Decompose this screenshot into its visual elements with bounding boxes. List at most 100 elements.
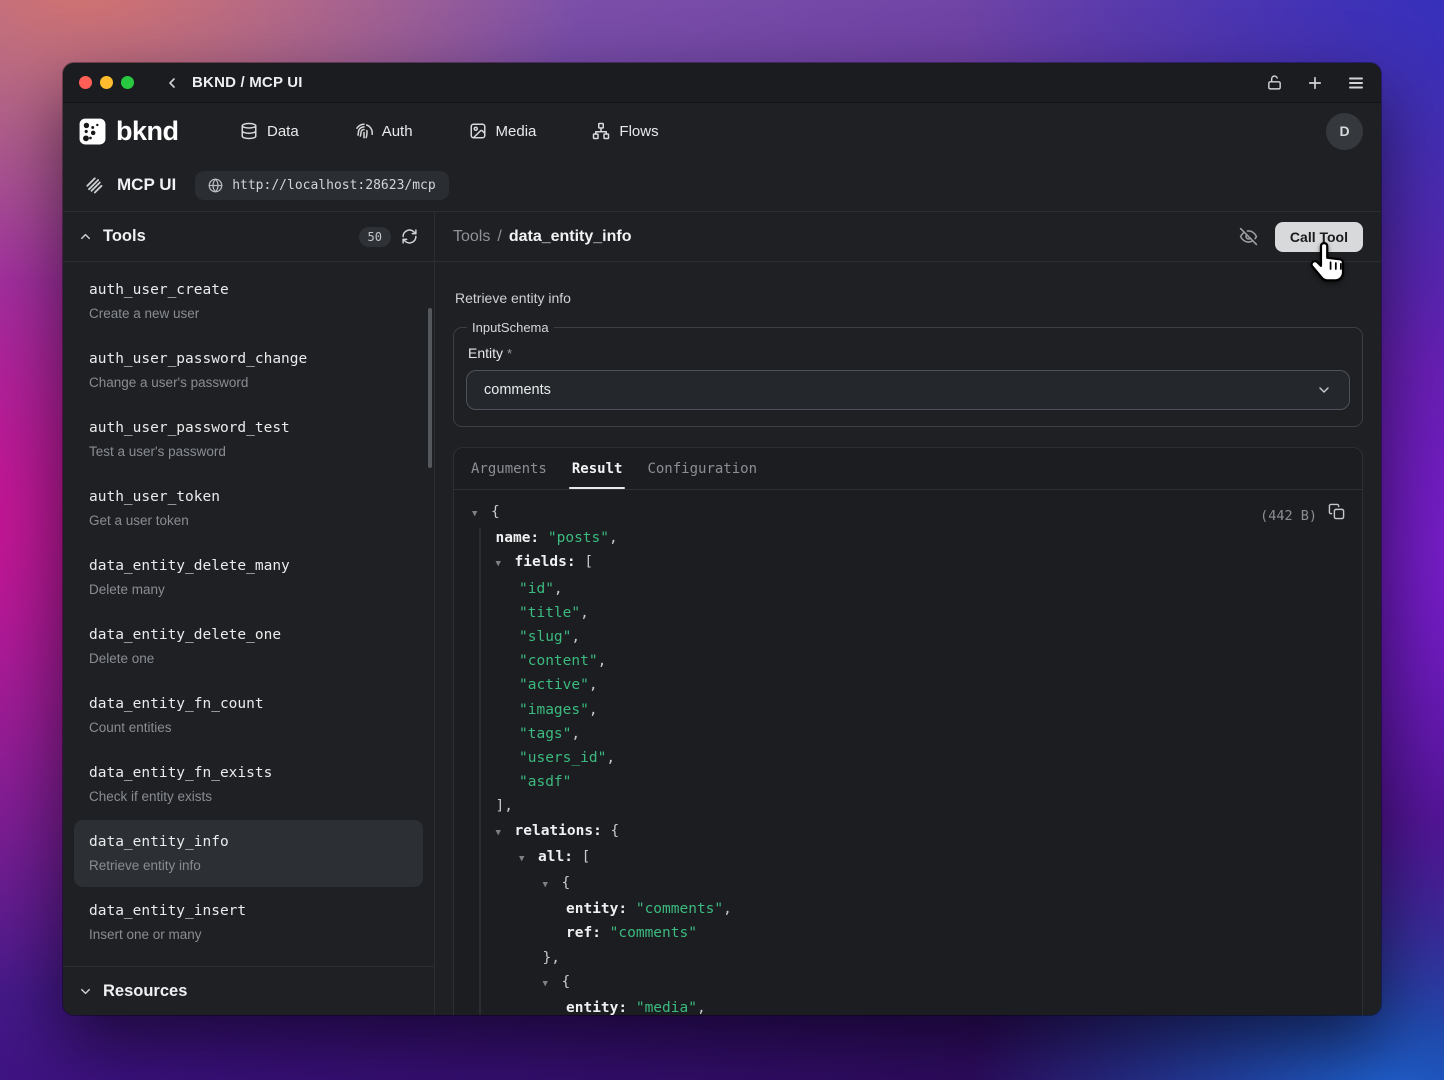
json-line: ▼{: [472, 970, 1344, 996]
zoom-window-button[interactable]: [121, 76, 134, 89]
json-line: "images",: [472, 698, 1344, 722]
tool-desc: Retrieve entity info: [89, 856, 408, 875]
nav-label: Data: [267, 123, 299, 140]
tool-name: data_entity_insert: [89, 901, 408, 921]
chevron-down-icon: [78, 984, 93, 999]
refresh-icon: [401, 228, 418, 245]
traffic-lights: [79, 76, 134, 89]
tools-section-header[interactable]: Tools 50: [63, 212, 434, 262]
required-marker: *: [507, 346, 512, 361]
json-lines: ▼{name: "posts",▼fields: ["id","title","…: [472, 500, 1344, 1015]
tab-arguments[interactable]: Arguments: [471, 448, 547, 489]
collapse-triangle-icon[interactable]: ▼: [543, 972, 562, 996]
sidebar-tool-auth_user_password_test[interactable]: auth_user_password_testTest a user's pas…: [74, 406, 423, 473]
sidebar-tool-auth_user_password_change[interactable]: auth_user_password_change Change a user's…: [74, 337, 423, 404]
nav-item-data[interactable]: Data: [240, 122, 299, 140]
window-title: BKND / MCP UI: [192, 74, 303, 91]
nav-item-media[interactable]: Media: [469, 122, 537, 140]
tool-desc: Test a user's password: [89, 442, 408, 461]
app-navbar: bknd Data Auth Media Flows: [63, 103, 1381, 159]
new-tab-plus-icon[interactable]: [1306, 74, 1324, 92]
app-window: BKND / MCP UI: [63, 63, 1381, 1015]
sidebar-tool-data_entity_delete_many[interactable]: data_entity_delete_many Delete many: [74, 544, 423, 611]
breadcrumb-section[interactable]: Tools: [453, 228, 490, 246]
json-line: ▼{: [472, 500, 1344, 526]
tools-count-badge: 50: [359, 227, 391, 247]
tools-sidebar: Tools 50 auth_user_create Create a new us…: [63, 212, 435, 1015]
breadcrumb-current: data_entity_info: [509, 228, 632, 246]
resources-section-title: Resources: [103, 982, 187, 1001]
tool-desc: Count entities: [89, 718, 408, 737]
json-line: "asdf": [472, 770, 1344, 794]
toggle-visibility-button[interactable]: [1239, 227, 1258, 246]
tool-name: data_entity_info: [89, 832, 408, 852]
tool-detail-panel: Tools / data_entity_info Call Tool Retri…: [435, 212, 1381, 1015]
tool-desc: Delete many: [89, 580, 408, 599]
section-title: MCP UI: [117, 175, 176, 195]
tool-name: data_entity_delete_many: [89, 556, 408, 576]
tool-desc: Change a user's password: [89, 373, 408, 392]
nav-label: Flows: [619, 123, 658, 140]
collapse-triangle-icon[interactable]: ▼: [519, 847, 538, 871]
json-line: "id",: [472, 577, 1344, 601]
json-line: "title",: [472, 601, 1344, 625]
tool-list: auth_user_createCreate a new userauth_us…: [63, 262, 434, 966]
json-line: "slug",: [472, 625, 1344, 649]
tool-name: auth_user_create: [89, 280, 408, 300]
collapse-triangle-icon[interactable]: ▼: [472, 502, 491, 526]
nav-item-flows[interactable]: Flows: [592, 122, 658, 140]
json-line: "users_id",: [472, 746, 1344, 770]
sidebar-tool-auth_user_token[interactable]: auth_user_tokenGet a user token: [74, 475, 423, 542]
sidebar-tool-data_entity_fn_exists[interactable]: data_entity_fn_existsCheck if entity exi…: [74, 751, 423, 818]
back-button[interactable]: [164, 75, 180, 91]
brand[interactable]: bknd: [79, 116, 240, 147]
refresh-tools-button[interactable]: [401, 228, 418, 245]
copy-result-button[interactable]: [1328, 503, 1345, 528]
network-icon: [592, 122, 610, 140]
collapse-triangle-icon[interactable]: ▼: [496, 552, 515, 576]
nav-item-auth[interactable]: Auth: [355, 122, 413, 140]
tool-name: data_entity_delete_one: [89, 625, 408, 645]
minimize-window-button[interactable]: [100, 76, 113, 89]
sidebar-scrollbar[interactable]: [428, 308, 432, 468]
collapse-triangle-icon[interactable]: ▼: [496, 821, 515, 845]
server-url-pill[interactable]: http://localhost:28623/mcp: [195, 171, 449, 200]
chevron-left-icon: [164, 75, 180, 91]
json-line: entity: "comments",: [472, 897, 1344, 921]
tool-desc: Create a new user: [89, 304, 408, 323]
brand-name: bknd: [116, 116, 179, 147]
json-line: ▼relations: {: [472, 819, 1344, 845]
collapse-triangle-icon[interactable]: ▼: [543, 873, 562, 897]
entity-select[interactable]: comments: [466, 370, 1350, 410]
sidebar-tool-auth_user_create[interactable]: auth_user_create Create a new user: [74, 268, 423, 335]
database-icon: [240, 122, 258, 140]
json-result-view: (442 B) ▼{name: "posts",▼fields: ["id","…: [454, 490, 1362, 1015]
sidebar-tool-data_entity_fn_count[interactable]: data_entity_fn_count Count entities: [74, 682, 423, 749]
tab-configuration[interactable]: Configuration: [647, 448, 757, 489]
call-tool-button[interactable]: Call Tool: [1275, 222, 1363, 252]
json-line: },: [472, 946, 1344, 970]
tool-name: data_entity_fn_count: [89, 694, 408, 714]
tool-description-text: Retrieve entity info: [455, 290, 1363, 306]
desktop-background: BKND / MCP UI: [0, 0, 1444, 1080]
sidebar-tool-data_entity_info[interactable]: data_entity_info Retrieve entity info: [74, 820, 423, 887]
tab-result[interactable]: Result: [572, 448, 623, 489]
json-line: ▼{: [472, 871, 1344, 897]
input-schema-fieldset: InputSchema Entity* comments: [453, 320, 1363, 427]
menu-icon[interactable]: [1347, 74, 1365, 92]
bknd-logo-icon: [79, 118, 106, 145]
tool-detail-header: Tools / data_entity_info Call Tool: [435, 212, 1381, 262]
lock-open-icon[interactable]: [1266, 74, 1283, 91]
tool-name: auth_user_password_change: [89, 349, 408, 369]
tool-name: auth_user_token: [89, 487, 408, 507]
json-line: "active",: [472, 673, 1344, 697]
sidebar-tool-data_entity_delete_one[interactable]: data_entity_delete_oneDelete one: [74, 613, 423, 680]
breadcrumb: Tools / data_entity_info: [453, 228, 632, 246]
close-window-button[interactable]: [79, 76, 92, 89]
user-avatar[interactable]: D: [1326, 113, 1363, 150]
json-line: "tags",: [472, 722, 1344, 746]
entity-select-value: comments: [484, 382, 551, 398]
resources-section-header[interactable]: Resources: [63, 966, 434, 1015]
sidebar-tool-data_entity_insert[interactable]: data_entity_insertInsert one or many: [74, 889, 423, 956]
primary-nav: Data Auth Media Flows: [240, 122, 659, 140]
